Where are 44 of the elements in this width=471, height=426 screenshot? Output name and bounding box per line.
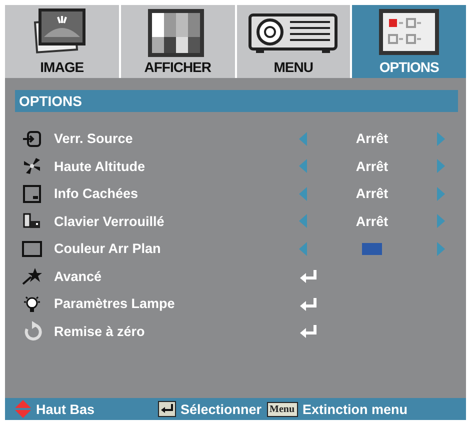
- right-arrow-icon: [437, 214, 445, 228]
- left-arrow-icon: [299, 242, 307, 256]
- fan-icon: [22, 156, 42, 176]
- input-icon: [22, 128, 42, 149]
- right-arrow-icon: [437, 186, 445, 201]
- enter-icon: [299, 268, 317, 284]
- section-title: OPTIONS: [15, 90, 458, 112]
- options-grid-icon: [377, 7, 442, 57]
- setting-label[interactable]: Remise à zéro: [54, 324, 299, 339]
- menu-key: Menu: [266, 402, 298, 416]
- menu-tab[interactable]: IMAGE: [5, 5, 119, 78]
- menu-tab[interactable]: MENU: [236, 5, 350, 78]
- left-arrow-icon: [299, 186, 307, 201]
- right-arrow-icon: [437, 242, 445, 256]
- enter-key-icon: [158, 401, 176, 417]
- left-arrow-icon: [299, 214, 307, 228]
- setting-value: Arrêt: [354, 131, 390, 146]
- footer-hint: Extinction menu: [302, 402, 408, 416]
- right-arrow-icon: [437, 159, 445, 174]
- setting-label[interactable]: Info Cachées: [54, 186, 299, 202]
- menu-tab[interactable]: AFFICHER: [120, 5, 234, 78]
- right-arrow-icon: [437, 132, 445, 146]
- left-arrow-icon: [299, 132, 307, 146]
- enter-icon: [299, 323, 317, 340]
- setting-value: Arrêt: [354, 214, 390, 229]
- rectangle-icon: [22, 238, 42, 259]
- setting-label[interactable]: Couleur Arr Plan: [54, 241, 299, 256]
- bulb-icon: [22, 294, 42, 314]
- setting-label[interactable]: Clavier Verrouillé: [54, 214, 299, 229]
- setting-value: Arrêt: [354, 158, 390, 174]
- footer-hint: Haut Bas: [36, 402, 95, 416]
- enter-icon: [299, 296, 317, 312]
- footer-hint: Sélectionner: [180, 402, 262, 416]
- setting-label[interactable]: Haute Altitude: [54, 158, 299, 174]
- star-icon: [22, 266, 42, 286]
- up-down-arrows-icon: [15, 400, 31, 418]
- setting-value: Arrêt: [354, 186, 390, 202]
- menu-tab[interactable]: OPTIONS: [352, 5, 466, 78]
- reset-icon: [22, 321, 42, 342]
- setting-label[interactable]: Avancé: [54, 268, 299, 284]
- setting-label[interactable]: Paramètres Lampe: [54, 296, 299, 312]
- screen-icon: [22, 184, 42, 204]
- left-arrow-icon: [299, 159, 307, 174]
- setting-label[interactable]: Verr. Source: [54, 131, 299, 146]
